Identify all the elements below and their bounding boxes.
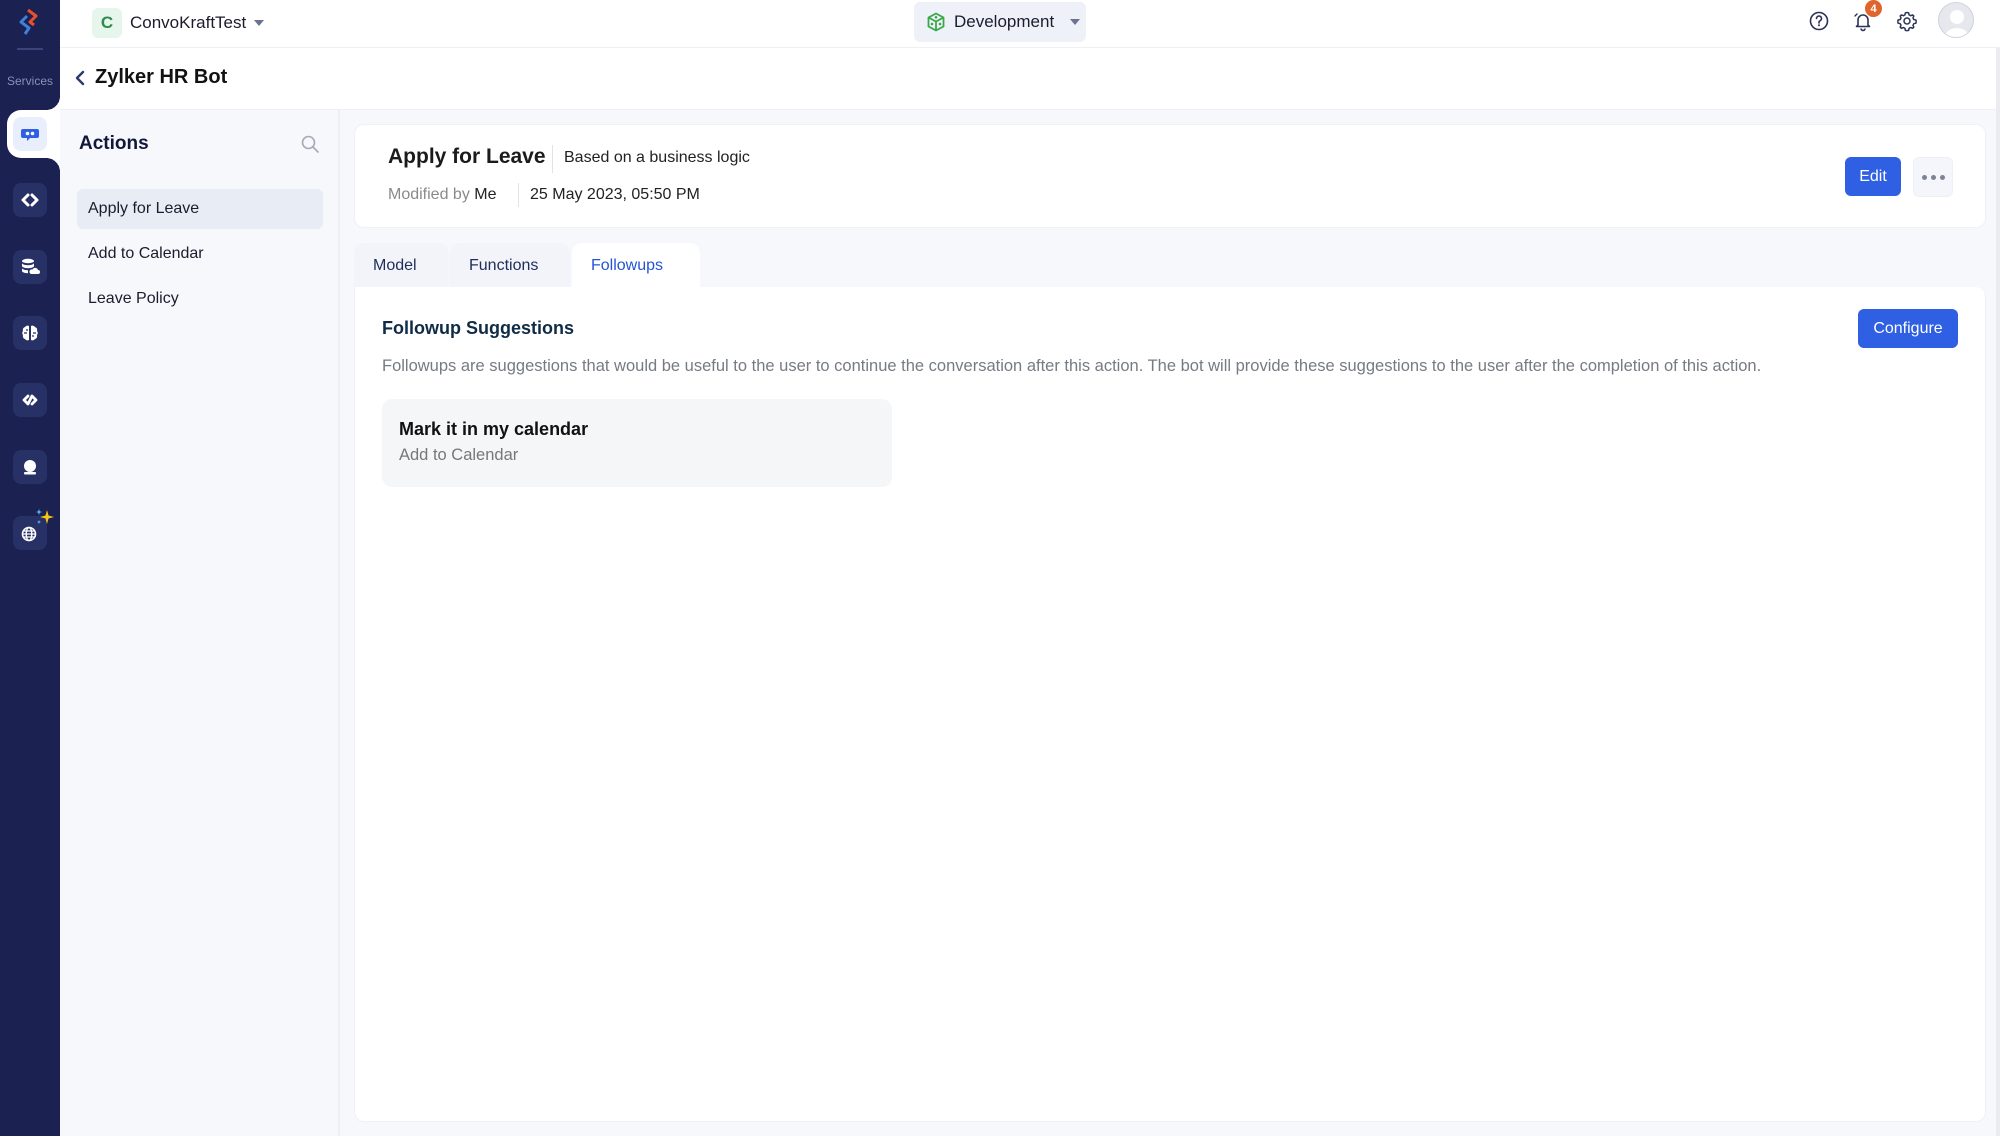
nav-item-bots[interactable] <box>13 117 47 151</box>
more-options-button[interactable] <box>1913 157 1953 197</box>
more-dot <box>1921 174 1927 180</box>
nav-divider <box>17 48 43 50</box>
nav-item-insights[interactable] <box>13 450 47 484</box>
gear-icon <box>1897 11 1917 32</box>
help-icon <box>1809 11 1829 31</box>
divider <box>518 183 519 207</box>
org-name: ConvoKraftTest <box>130 13 247 32</box>
database-cloud-icon <box>22 258 40 274</box>
section-description: Followups are suggestions that would be … <box>382 357 1762 375</box>
more-dot <box>1930 174 1936 180</box>
actions-panel: Actions Apply for Leave Add to Calendar … <box>60 110 340 1136</box>
followup-card[interactable]: Mark it in my calendar Add to Calendar <box>382 399 892 487</box>
breadcrumb: Zylker HR Bot <box>60 48 2000 110</box>
sparkle-icon <box>36 509 54 524</box>
org-switcher[interactable]: C ConvoKraftTest <box>92 8 265 38</box>
divider <box>552 145 553 173</box>
left-nav: Services <box>0 0 60 1136</box>
brain-icon <box>22 325 38 341</box>
logo-icon[interactable] <box>14 6 46 38</box>
top-bar: C ConvoKraftTest Development 4 <box>60 0 2000 48</box>
nav-item-data[interactable] <box>13 250 47 284</box>
notification-badge: 4 <box>1865 0 1882 17</box>
environment-name: Development <box>954 12 1055 31</box>
cube-icon <box>927 12 945 32</box>
nav-item-integrations[interactable] <box>13 383 47 417</box>
modified-by-user: Me <box>474 186 497 203</box>
search-icon[interactable] <box>300 134 320 154</box>
chevron-down-icon <box>254 20 265 26</box>
code-icon <box>21 193 39 207</box>
settings-button[interactable] <box>1894 8 1920 34</box>
chevron-down-icon <box>1070 19 1081 25</box>
scrollbar[interactable] <box>1996 48 2000 1136</box>
services-label[interactable]: Services <box>0 74 60 88</box>
edit-button[interactable]: Edit <box>1845 157 1901 196</box>
actions-title: Actions <box>79 133 149 154</box>
tab-model[interactable]: Model <box>354 243 449 288</box>
user-icon <box>1944 10 1970 37</box>
nav-item-code[interactable] <box>13 183 47 217</box>
crystal-ball-icon <box>24 460 36 475</box>
page-title: Zylker HR Bot <box>95 66 228 88</box>
bot-icon <box>21 129 39 141</box>
back-arrow-icon[interactable] <box>70 68 90 88</box>
avatar[interactable] <box>1938 2 1974 38</box>
action-item-add-to-calendar[interactable]: Add to Calendar <box>77 234 323 274</box>
org-avatar: C <box>92 8 122 38</box>
tab-functions[interactable]: Functions <box>450 243 570 288</box>
modified-date: 25 May 2023, 05:50 PM <box>530 186 700 203</box>
modified-by: Modified by Me <box>388 186 497 204</box>
tab-followups[interactable]: Followups <box>572 243 700 288</box>
modified-label: Modified by <box>388 186 470 203</box>
configure-button[interactable]: Configure <box>1858 309 1958 348</box>
integration-icon <box>22 394 38 406</box>
action-item-apply-for-leave[interactable]: Apply for Leave <box>77 189 323 229</box>
followup-title: Mark it in my calendar <box>399 419 589 439</box>
notifications-button[interactable]: 4 <box>1850 0 1882 34</box>
action-type: Based on a business logic <box>564 149 750 166</box>
followup-action: Add to Calendar <box>399 446 519 464</box>
environment-selector[interactable]: Development <box>914 2 1086 42</box>
app-root: Services C ConvoKraftTest Development 4 … <box>0 0 2000 1136</box>
nav-item-brain[interactable] <box>13 316 47 350</box>
action-header: Apply for Leave Based on a business logi… <box>354 124 1986 228</box>
help-button[interactable] <box>1806 8 1832 34</box>
action-item-leave-policy[interactable]: Leave Policy <box>77 279 323 319</box>
action-title: Apply for Leave <box>388 145 546 168</box>
followups-panel: Followup Suggestions Configure Followups… <box>354 287 1986 1122</box>
more-dot <box>1939 174 1945 180</box>
section-title: Followup Suggestions <box>382 318 574 338</box>
